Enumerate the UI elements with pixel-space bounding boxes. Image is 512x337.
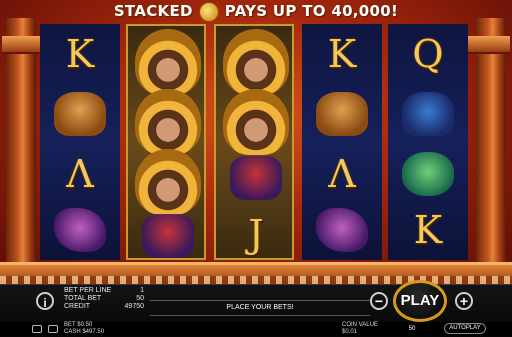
reel-2-chest	[128, 206, 208, 266]
banner-pays-text: PAYS UP TO 40,000!	[224, 2, 399, 20]
banner-stacked-text: STACKED	[113, 2, 193, 20]
left-column	[2, 18, 52, 264]
zeus-icon	[223, 29, 289, 95]
jackpot-banner: STACKED PAYS UP TO 40,000!	[0, 0, 512, 22]
sea-monster-icon	[402, 152, 454, 196]
sound-icon[interactable]	[32, 325, 42, 333]
bet-per-line-value: 1	[140, 287, 144, 294]
griffin-icon	[54, 208, 106, 252]
reel-1: K Λ	[40, 24, 120, 260]
chest-icon	[230, 156, 282, 200]
autoplay-button[interactable]: AUTOPLAY	[444, 323, 486, 334]
reel-4-symbol-lambda: Λ	[328, 152, 356, 196]
cash-amount: CASH $497.50	[64, 329, 105, 335]
coin-value-info: COIN VALUE $0.01	[342, 322, 378, 336]
bet-stats: BET PER LINE 1 TOTAL BET 50 CREDIT 49750	[64, 287, 144, 311]
reel-3: J	[214, 24, 294, 260]
bull-icon	[402, 92, 454, 136]
reel-3-chest	[216, 148, 296, 208]
griffin-icon	[316, 208, 368, 252]
reel-2-zeus-3	[128, 149, 208, 215]
increase-bet-button[interactable]: +	[455, 292, 473, 310]
reel-grid: K Λ J K Λ Q K	[40, 24, 472, 260]
ram-icon	[54, 92, 106, 136]
bet-cash-info: BET $0.50 CASH $497.50	[64, 322, 104, 336]
reel-1-symbol-bird	[40, 200, 120, 260]
reel-2-zeus-1	[128, 29, 208, 95]
coin-value-label: COIN VALUE	[342, 322, 378, 328]
coin-count-box[interactable]: 50	[392, 324, 432, 334]
reel-1-symbol-k: K	[65, 32, 95, 76]
reel-4-symbol-k: K	[327, 32, 357, 76]
reel-2	[126, 24, 206, 260]
reel-4-symbol-ram	[302, 84, 382, 144]
ram-icon	[316, 92, 368, 136]
chest-icon	[142, 214, 194, 258]
total-bet-label: TOTAL BET	[64, 295, 102, 302]
decrease-bet-button[interactable]: −	[370, 292, 388, 310]
reel-3-symbol-j: J	[248, 212, 264, 256]
reel-4-symbol-bird	[302, 200, 382, 260]
total-bet-value: 50	[136, 295, 144, 302]
credit-value: 49750	[124, 303, 144, 310]
reel-5: Q K	[388, 24, 468, 260]
status-message: PLACE YOUR BETS!	[150, 300, 370, 316]
reel-1-symbol-lambda: Λ	[66, 152, 94, 196]
bet-per-line-label: BET PER LINE	[64, 287, 112, 294]
reel-3-zeus-1	[216, 29, 296, 95]
reel-5-symbol-k: K	[413, 208, 443, 252]
play-button[interactable]: PLAY	[393, 280, 447, 322]
zeus-icon	[135, 89, 201, 155]
zeus-icon	[135, 29, 201, 95]
info-button[interactable]: i	[36, 292, 54, 310]
medallion-icon	[198, 1, 219, 22]
reel-4: K Λ	[302, 24, 382, 260]
reel-2-zeus-2	[128, 89, 208, 155]
zeus-icon	[223, 89, 289, 155]
reel-5-symbol-q: Q	[412, 32, 444, 76]
right-column	[460, 18, 510, 264]
reel-1-symbol-ram	[40, 84, 120, 144]
reel-3-zeus-2	[216, 89, 296, 155]
reel-5-symbol-fish	[388, 144, 468, 204]
bet-amount: BET $0.50	[64, 322, 93, 328]
wallet-icon	[48, 325, 58, 333]
credit-label: CREDIT	[64, 303, 91, 310]
coin-value-amount: $0.01	[342, 329, 358, 335]
reel-5-symbol-bull	[388, 84, 468, 144]
game-stage: STACKED PAYS UP TO 40,000! K Λ J K Λ Q K	[0, 0, 512, 284]
